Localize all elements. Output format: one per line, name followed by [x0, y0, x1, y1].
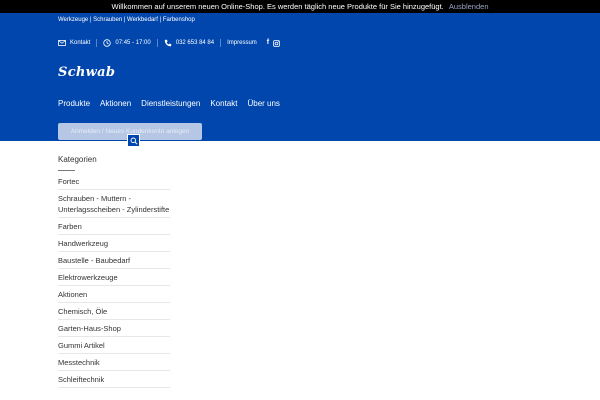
main-nav: Produkte Aktionen Dienstleistungen Konta… — [58, 99, 290, 108]
sidebar-title: Kategorien — [58, 155, 97, 164]
category-item[interactable]: Schrauben - Muttern - Unterlagsscheiben … — [58, 190, 170, 218]
facebook-icon[interactable]: f — [267, 39, 269, 47]
category-item[interactable]: Messtechnik — [58, 354, 170, 371]
opening-hours: 07:45 - 17:00 — [103, 39, 151, 47]
phone-icon — [164, 39, 171, 47]
nav-item-ueber-uns[interactable]: Über uns — [247, 99, 279, 108]
instagram-icon[interactable] — [273, 39, 281, 47]
category-item[interactable]: Elektrowerkzeuge — [58, 269, 170, 286]
divider — [220, 39, 222, 47]
category-item[interactable]: Garten-Haus-Shop — [58, 320, 170, 337]
category-item[interactable]: Baustelle - Baubedarf — [58, 252, 170, 269]
divider — [156, 39, 158, 47]
nav-item-aktionen[interactable]: Aktionen — [100, 99, 131, 108]
divider — [96, 39, 98, 47]
dismiss-link[interactable]: Ausblenden — [449, 2, 489, 11]
clock-icon — [103, 39, 112, 47]
contact-bar: Kontakt 07:45 - 17:00 032 653 84 84 Impr… — [58, 38, 284, 48]
category-item[interactable]: Aktionen — [58, 286, 170, 303]
tagline: Werkzeuge | Schrauben | Werkbedarf | Far… — [58, 17, 195, 23]
site-logo[interactable]: Schwab — [58, 65, 115, 80]
phone-number: 032 653 84 84 — [175, 40, 215, 46]
search-button[interactable] — [127, 134, 140, 147]
notice-bar: Willkommen auf unserem neuen Online-Shop… — [0, 0, 600, 13]
impressum-link[interactable]: Impressum — [227, 40, 257, 46]
social-links: f — [267, 39, 284, 47]
category-item[interactable]: Chemisch, Öle — [58, 303, 170, 320]
nav-item-dienstleistungen[interactable]: Dienstleistungen — [141, 99, 200, 108]
site-header: Werkzeuge | Schrauben | Werkbedarf | Far… — [0, 13, 600, 147]
category-item[interactable]: Fortec — [58, 173, 170, 190]
contact-link[interactable]: Kontakt — [58, 40, 90, 46]
category-item[interactable]: Handwerkzeug — [58, 235, 170, 252]
page: Willkommen auf unserem neuen Online-Shop… — [0, 0, 600, 400]
category-sidebar: Kategorien Fortec Schrauben - Muttern - … — [58, 154, 170, 388]
mail-icon — [58, 40, 66, 46]
category-item[interactable]: Schleiftechnik — [58, 371, 170, 388]
contact-label: Kontakt — [70, 40, 91, 46]
category-item[interactable]: Farben — [58, 218, 170, 235]
category-item[interactable]: Gummi Artikel — [58, 337, 170, 354]
search-icon — [130, 137, 138, 145]
notice-text: Willkommen auf unserem neuen Online-Shop… — [111, 2, 444, 11]
nav-item-kontakt[interactable]: Kontakt — [210, 99, 237, 108]
hours-text: 07:45 - 17:00 — [115, 40, 151, 46]
phone-link[interactable]: 032 653 84 84 — [164, 39, 214, 47]
title-underline — [58, 170, 75, 171]
nav-item-produkte[interactable]: Produkte — [58, 99, 90, 108]
